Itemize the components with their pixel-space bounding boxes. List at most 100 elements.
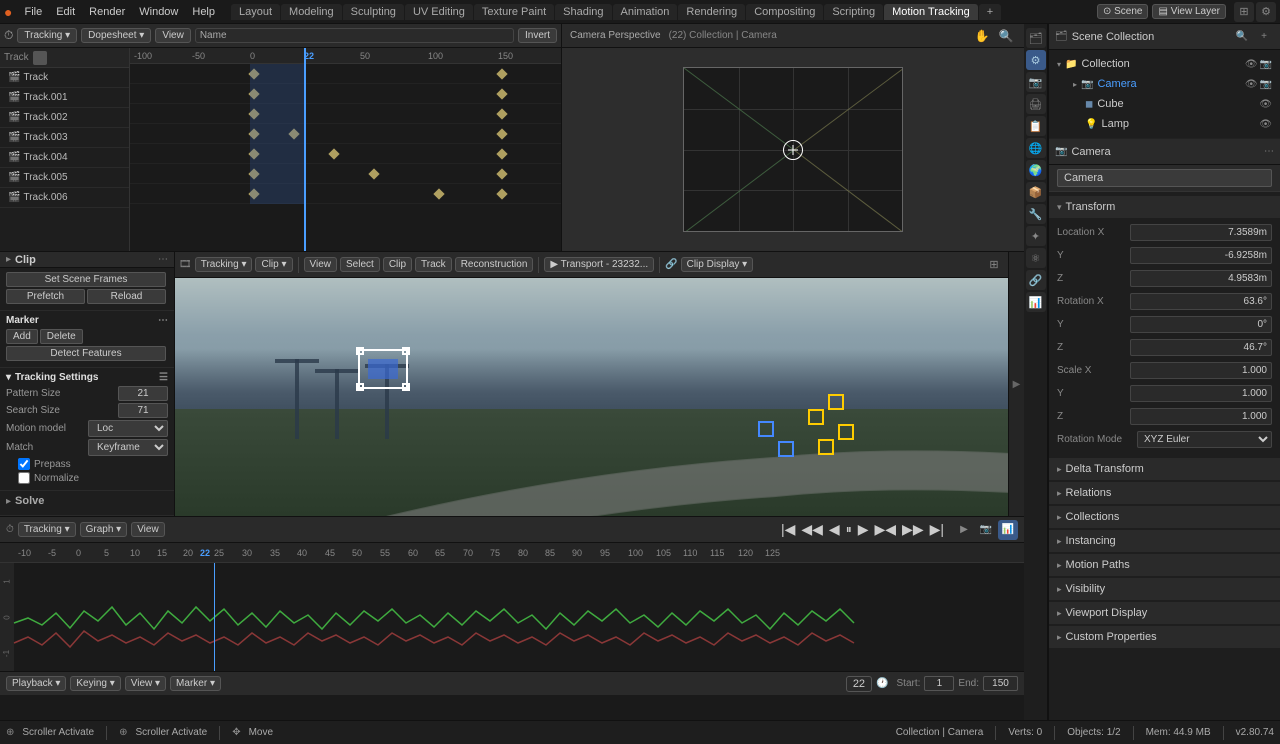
marker-delete-btn[interactable]: Delete — [40, 329, 83, 344]
clip-select-btn[interactable]: Select — [340, 257, 380, 272]
camera-preview-content[interactable] — [562, 48, 1024, 251]
menu-window[interactable]: Window — [133, 4, 184, 20]
pause-btn[interactable]: ⏸ — [844, 522, 854, 537]
tracking-settings-expand[interactable]: ▾ — [6, 372, 11, 383]
transport-dropdown[interactable]: ▶ Transport - 23232... — [544, 257, 654, 272]
tab-layout[interactable]: Layout — [231, 4, 280, 20]
props-more-icon[interactable]: ⋯ — [1264, 146, 1274, 157]
render-icon[interactable]: 📷 — [1026, 72, 1046, 92]
search-size-input[interactable] — [118, 403, 168, 418]
end-frame-input[interactable] — [983, 676, 1018, 691]
scene-selector[interactable]: ⊙ Scene — [1097, 4, 1149, 19]
tab-texture-paint[interactable]: Texture Paint — [474, 4, 554, 20]
prepass-checkbox[interactable] — [18, 458, 30, 470]
clip-btn[interactable]: Clip ▾ — [255, 257, 292, 272]
marker-dropdown[interactable]: Marker ▾ — [170, 676, 221, 691]
location-y-input[interactable] — [1130, 247, 1272, 264]
view-btn-dopesheet[interactable]: View — [155, 28, 191, 43]
keying-dropdown[interactable]: Keying ▾ — [70, 676, 120, 691]
rotation-x-input[interactable] — [1130, 293, 1272, 310]
instancing-header[interactable]: ▸ Instancing — [1049, 530, 1280, 552]
add-collection-icon[interactable]: + — [1254, 27, 1274, 47]
clip-more-icon[interactable]: ⋯ — [158, 254, 168, 265]
rotation-z-input[interactable] — [1130, 339, 1272, 356]
menu-help[interactable]: Help — [186, 4, 221, 20]
clip-fullscreen-btn[interactable]: ⊞ — [984, 255, 1004, 275]
clip-display-btn[interactable]: Clip Display ▾ — [681, 257, 754, 272]
rotation-mode-select[interactable]: XYZ Euler XZY Euler Quaternion — [1137, 431, 1272, 448]
clip-reconstruction-btn[interactable]: Reconstruction — [455, 257, 534, 272]
collection-view-icon[interactable]: 👁 — [1245, 59, 1258, 70]
jump-fwd-btn[interactable]: ▶▶ — [900, 521, 926, 538]
tab-sculpting[interactable]: Sculpting — [343, 4, 404, 20]
data-icon[interactable]: 📊 — [1026, 292, 1046, 312]
prefetch-btn[interactable]: Prefetch — [6, 289, 85, 304]
transform-section-header[interactable]: ▾ Transform — [1049, 196, 1280, 218]
visibility-header[interactable]: ▸ Visibility — [1049, 578, 1280, 600]
invert-btn[interactable]: Invert — [518, 28, 557, 43]
name-field[interactable]: Name — [195, 28, 514, 43]
graph-render-icon[interactable]: ▶ — [954, 520, 974, 540]
track-007[interactable]: 🎬Track.006 — [0, 188, 129, 208]
match-select[interactable]: Keyframe Previous Frame — [88, 439, 168, 456]
camera-hand-tool[interactable]: ✋ — [972, 26, 992, 46]
motion-model-select[interactable]: Loc LocRot LocScale LocRotScale — [88, 420, 168, 437]
lamp-item[interactable]: 💡 Lamp 👁 — [1073, 114, 1272, 134]
tracking-dropdown[interactable]: Tracking ▾ — [17, 28, 77, 43]
marker-add-btn[interactable]: Add — [6, 329, 38, 344]
track-006[interactable]: 🎬Track.005 — [0, 168, 129, 188]
reload-btn[interactable]: Reload — [87, 289, 166, 304]
tab-uv-editing[interactable]: UV Editing — [405, 4, 473, 20]
clip-track-btn[interactable]: Track — [415, 257, 452, 272]
camera-view-icon[interactable]: 👁 — [1245, 79, 1258, 90]
graph-active-icon[interactable]: 📊 — [998, 520, 1018, 540]
properties-icon[interactable]: ⚙ — [1026, 50, 1046, 70]
viewport-display-header[interactable]: ▸ Viewport Display — [1049, 602, 1280, 624]
tab-scripting[interactable]: Scripting — [824, 4, 883, 20]
scene-icon[interactable]: 🌐 — [1026, 138, 1046, 158]
camera-render-icon[interactable]: 📷 — [1260, 79, 1272, 90]
tab-compositing[interactable]: Compositing — [746, 4, 823, 20]
scene-collection-item[interactable]: ▾ 📁 Collection 👁 📷 — [1057, 54, 1272, 74]
constraints-icon[interactable]: 🔗 — [1026, 270, 1046, 290]
graph-view-btn[interactable]: View — [131, 522, 165, 537]
world-icon[interactable]: 🌍 — [1026, 160, 1046, 180]
filter-icon[interactable]: 🔍 — [1232, 27, 1252, 47]
location-x-input[interactable] — [1130, 224, 1272, 241]
view-layer-selector[interactable]: ▤ View Layer — [1152, 4, 1226, 19]
normalize-checkbox[interactable] — [18, 472, 30, 484]
next-frame-btn[interactable]: ▶◀ — [873, 521, 899, 538]
track-002[interactable]: 🎬Track.001 — [0, 88, 129, 108]
output-icon[interactable]: 🖨 — [1026, 94, 1046, 114]
custom-properties-header[interactable]: ▸ Custom Properties — [1049, 626, 1280, 648]
scale-x-input[interactable] — [1130, 362, 1272, 379]
view-layer-icon[interactable]: 📋 — [1026, 116, 1046, 136]
tab-modeling[interactable]: Modeling — [281, 4, 342, 20]
cube-item[interactable]: ◼ Cube 👁 — [1073, 94, 1272, 114]
prev-frame-btn[interactable]: ◀ — [827, 521, 842, 538]
current-frame-display[interactable]: 22 — [846, 676, 872, 692]
playback-dropdown[interactable]: Playback ▾ — [6, 676, 66, 691]
main-clip-viewport[interactable]: 🎞 Tracking ▾ Clip ▾ View Select Clip Tra… — [175, 252, 1008, 516]
modifier-icon[interactable]: 🔧 — [1026, 204, 1046, 224]
menu-edit[interactable]: Edit — [50, 4, 81, 20]
motion-paths-header[interactable]: ▸ Motion Paths — [1049, 554, 1280, 576]
graph-camera-icon[interactable]: 📷 — [976, 520, 996, 540]
tracking-settings-list-icon[interactable]: ☰ — [159, 372, 168, 383]
fullscreen-btn[interactable]: ⊞ — [1234, 2, 1254, 22]
camera-item[interactable]: ▸ 📷 Camera 👁 📷 — [1073, 74, 1272, 94]
rotation-y-input[interactable] — [1130, 316, 1272, 333]
collections-header[interactable]: ▸ Collections — [1049, 506, 1280, 528]
graph-graph-dropdown[interactable]: Graph ▾ — [80, 522, 128, 537]
physics-icon[interactable]: ⚛ — [1026, 248, 1046, 268]
cube-view-icon[interactable]: 👁 — [1259, 99, 1272, 110]
clip-tracking-dropdown[interactable]: Tracking ▾ — [195, 257, 253, 272]
menu-render[interactable]: Render — [83, 4, 131, 20]
track-003[interactable]: 🎬Track.002 — [0, 108, 129, 128]
clip-clip-btn[interactable]: Clip — [383, 257, 412, 272]
tab-rendering[interactable]: Rendering — [678, 4, 745, 20]
lamp-view-icon[interactable]: 👁 — [1259, 119, 1272, 130]
menu-file[interactable]: File — [18, 4, 48, 20]
start-frame-input[interactable] — [924, 676, 954, 691]
camera-zoom-tool[interactable]: 🔍 — [996, 26, 1016, 46]
